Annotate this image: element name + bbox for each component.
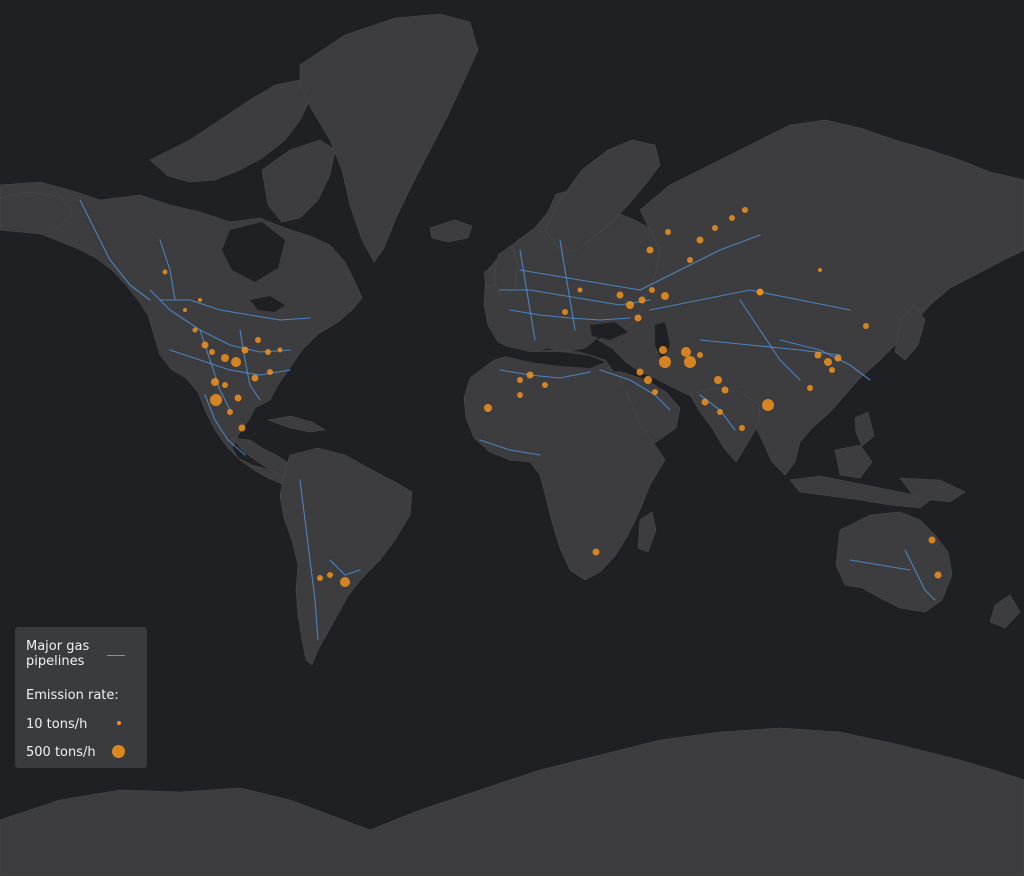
emission-point (807, 385, 813, 391)
emission-point (721, 386, 729, 394)
emission-point (824, 358, 832, 366)
emission-point (562, 309, 568, 315)
emission-point (696, 236, 704, 244)
emission-point (934, 571, 942, 579)
emission-point (701, 398, 709, 406)
emission-point (634, 314, 642, 322)
emission-point (665, 229, 671, 235)
emission-point (659, 346, 667, 354)
emission-point (652, 389, 658, 395)
emission-point (717, 409, 723, 415)
emission-point (241, 346, 249, 354)
emission-point (659, 356, 671, 368)
emission-point (231, 357, 241, 367)
emission-point (646, 246, 654, 254)
emission-point (327, 572, 333, 578)
emission-point (198, 298, 202, 302)
emission-point (340, 577, 350, 587)
emission-point (661, 292, 669, 300)
emission-point (636, 368, 644, 376)
emission-point (517, 392, 523, 398)
emission-point (221, 354, 229, 362)
emission-point (211, 378, 219, 386)
emission-point (251, 374, 259, 382)
emission-point (209, 349, 215, 355)
emission-point (687, 257, 693, 263)
emission-point (517, 377, 523, 383)
emission-point (592, 548, 600, 556)
legend-pipeline-swatch (107, 655, 125, 656)
emission-point (222, 382, 228, 388)
emission-point (265, 349, 271, 355)
emission-point (834, 354, 842, 362)
legend-small-label: 10 tons/h (26, 717, 88, 732)
emission-point (818, 268, 822, 272)
emission-point (712, 225, 718, 231)
emission-point (626, 301, 634, 309)
emission-point (484, 404, 492, 412)
emission-point (928, 536, 936, 544)
emission-point (238, 424, 246, 432)
emission-point (616, 291, 624, 299)
emission-point (277, 347, 283, 353)
map-container[interactable]: Major gas pipelines Emission rate: 10 to… (0, 0, 1024, 876)
emission-point (649, 287, 655, 293)
emission-point (638, 296, 646, 304)
emission-point (756, 288, 764, 296)
emission-point (162, 269, 168, 275)
legend-small-dot (117, 721, 121, 725)
legend-large-dot (112, 745, 125, 758)
emission-point (234, 394, 242, 402)
emission-point (255, 337, 261, 343)
legend-pipeline-label: Major gas pipelines (26, 639, 90, 669)
emission-point (863, 323, 869, 329)
emission-point (201, 341, 209, 349)
emission-point (681, 347, 691, 357)
emission-point (577, 287, 583, 293)
emission-point (526, 371, 534, 379)
emission-point (317, 575, 323, 581)
emission-point (192, 327, 198, 333)
emission-point (644, 376, 652, 384)
legend-emission-title: Emission rate: (26, 688, 119, 703)
emission-point (684, 356, 696, 368)
emission-point (762, 399, 774, 411)
emission-point (729, 215, 735, 221)
emission-point (814, 351, 822, 359)
map-legend: Major gas pipelines Emission rate: 10 to… (15, 627, 147, 768)
legend-large-label: 500 tons/h (26, 745, 96, 760)
emission-point (542, 382, 548, 388)
emission-point (714, 376, 722, 384)
emission-point (210, 394, 222, 406)
world-map[interactable] (0, 0, 1024, 876)
emission-point (183, 308, 187, 312)
emission-point (742, 207, 748, 213)
emission-point (829, 367, 835, 373)
emission-point (267, 369, 273, 375)
emission-point (739, 425, 745, 431)
land-ireland (483, 267, 497, 289)
emission-point (697, 352, 703, 358)
emission-point (227, 409, 233, 415)
